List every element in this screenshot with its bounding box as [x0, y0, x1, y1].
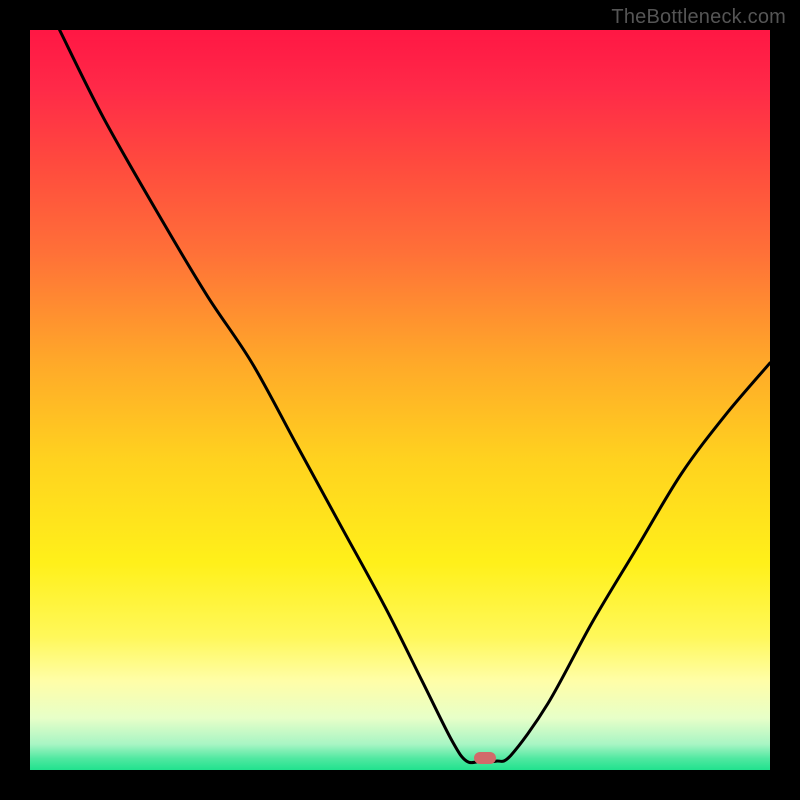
watermark-text: TheBottleneck.com [611, 6, 786, 29]
gradient-background [30, 30, 770, 770]
chart-frame: TheBottleneck.com [0, 0, 800, 800]
bottleneck-chart [30, 30, 770, 770]
optimal-point-marker [474, 752, 496, 764]
